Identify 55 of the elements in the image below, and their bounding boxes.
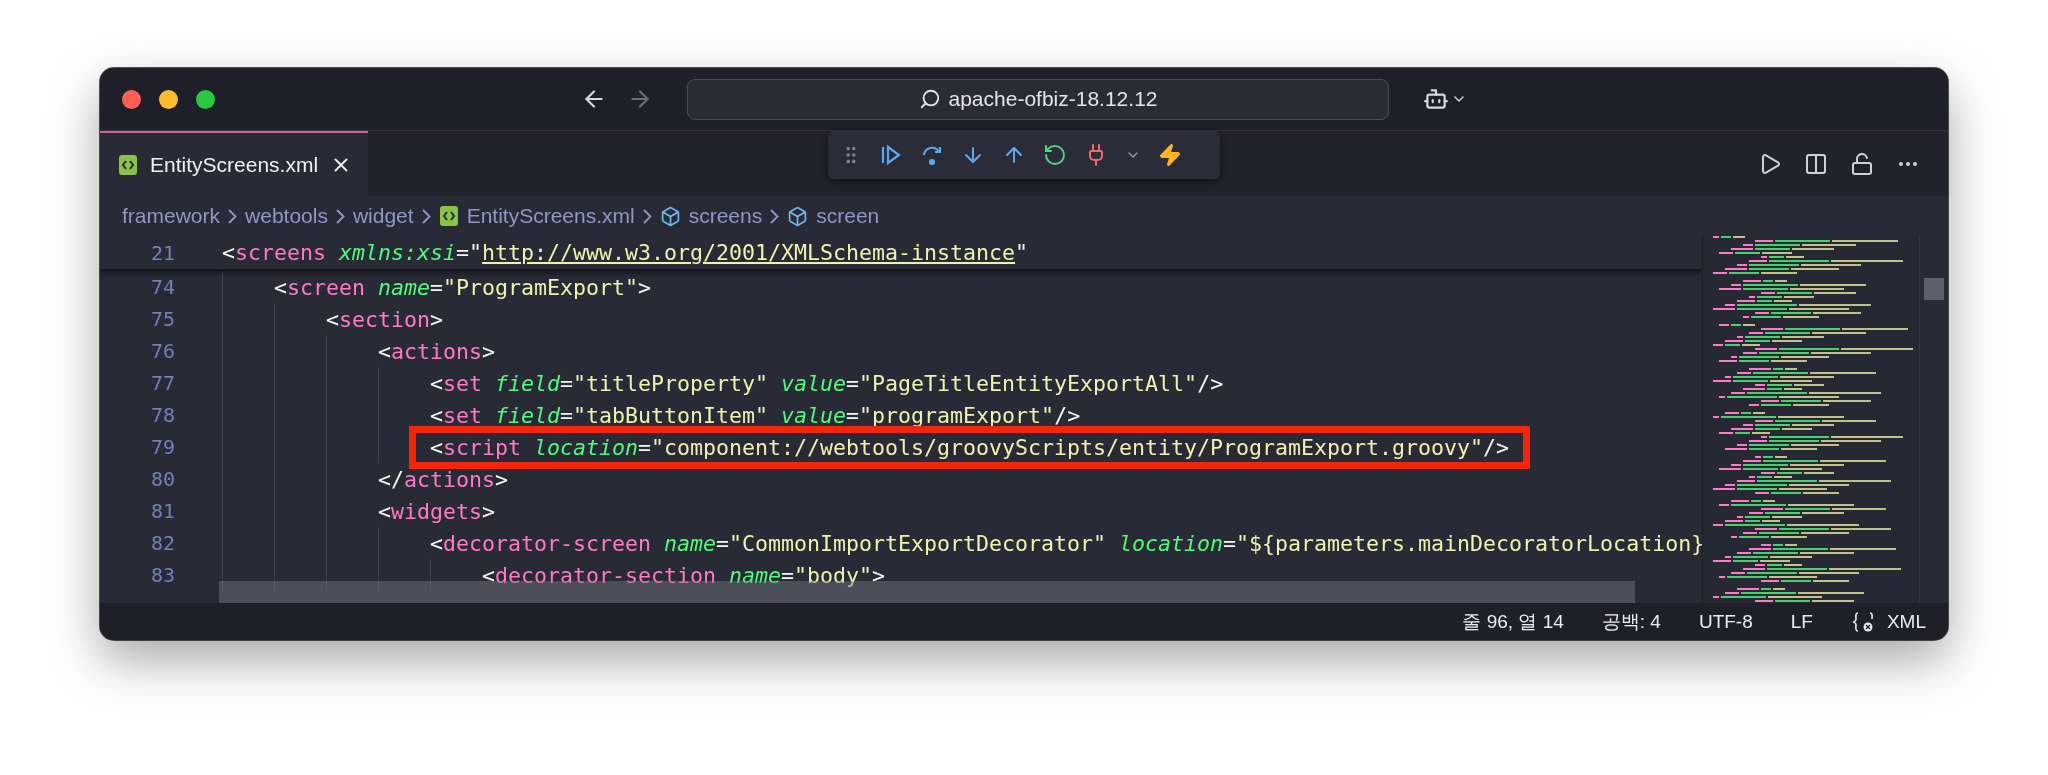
line-number: 83 (149, 563, 175, 587)
lightning-icon[interactable] (1158, 142, 1182, 167)
chevron-right-icon (228, 208, 238, 224)
search-icon (918, 88, 941, 110)
breadcrumb-item[interactable]: webtools (245, 204, 328, 228)
line-number: 80 (149, 467, 175, 491)
code-line: <screens xmlns:xsi="http://www.w3.org/2001/XMLSchema-instance" (222, 240, 1029, 265)
minimize-button[interactable] (159, 89, 178, 109)
cube-icon (787, 205, 809, 227)
code-line: <section> (326, 306, 444, 332)
line-number: 21 (149, 240, 175, 265)
line-number: 76 (149, 339, 175, 363)
code-line: <screen name="ProgramExport"> (274, 274, 652, 300)
breadcrumb-item[interactable]: screens (688, 204, 763, 228)
chevron-right-icon (642, 208, 652, 224)
breadcrumb-item[interactable]: EntityScreens.xml (466, 204, 635, 228)
status-item[interactable]: XML (1886, 610, 1926, 633)
chevron-right-icon (770, 208, 780, 224)
command-center-field[interactable]: apache-ofbiz-18.12.12 (687, 78, 1389, 120)
code-line: <set field="tabButtonItem" value="programExport"/> (430, 402, 1081, 428)
breadcrumb-item[interactable]: framework (122, 204, 221, 228)
line-number: 82 (149, 531, 175, 555)
code-line: <set field="titleProperty" value="PageTitleEntityExportAll"/> (430, 370, 1224, 396)
status-item[interactable]: 줄 96, 열 14 (1462, 608, 1564, 635)
xml-file-icon (438, 205, 459, 227)
close-button[interactable] (122, 89, 141, 109)
breadcrumb-item[interactable]: screen (816, 204, 880, 228)
line-number: 75 (149, 307, 175, 331)
split-editor-icon[interactable] (1804, 151, 1828, 176)
code-line: <script location="component://webtools/groovyScripts/entity/ProgramExport.groovy"/> (430, 434, 1510, 460)
maximize-button[interactable] (196, 89, 215, 109)
continue-icon[interactable] (879, 142, 903, 167)
xml-file-icon (118, 153, 138, 176)
chevron-right-icon (421, 208, 431, 224)
code-line: <decorator-screen name="CommonImportExportDecorator" location="${parameters.mainDecoratorLocation} (430, 530, 1702, 556)
scrollbar-thumb[interactable] (1924, 278, 1944, 300)
chevron-right-icon (335, 208, 345, 224)
status-item[interactable]: UTF-8 (1698, 610, 1753, 633)
cube-icon (659, 205, 681, 227)
line-number: 79 (149, 435, 175, 459)
line-number: 74 (149, 275, 175, 299)
code-line: </actions> (378, 466, 509, 492)
unlock-icon[interactable] (1850, 151, 1874, 176)
line-number: 81 (149, 499, 175, 523)
bot-icon[interactable] (1423, 86, 1449, 112)
line-number: 78 (149, 403, 175, 427)
breadcrumb-item[interactable]: widget (352, 204, 414, 228)
status-item[interactable]: LF (1790, 610, 1813, 633)
status-item[interactable]: 공백: 4 (1601, 608, 1661, 635)
code-line: <decorator-section name="body"> (482, 562, 886, 588)
editor-tab[interactable]: EntityScreens.xml (100, 131, 369, 196)
code-line: <widgets> (378, 498, 496, 524)
line-number: 77 (149, 371, 175, 395)
restart-icon[interactable] (1043, 142, 1067, 167)
code-line: <actions> (378, 338, 496, 364)
